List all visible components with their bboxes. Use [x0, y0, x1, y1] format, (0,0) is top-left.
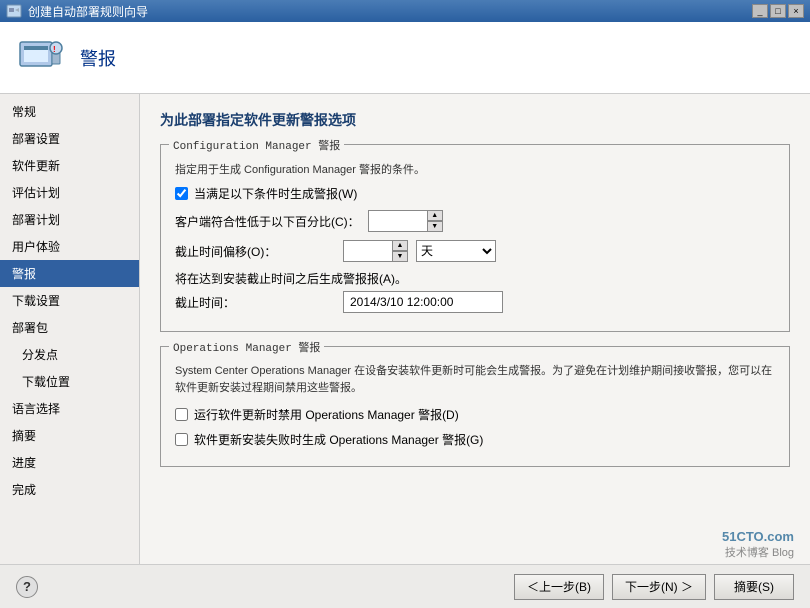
wizard-icon: [6, 3, 22, 19]
title-bar-buttons: _ □ ×: [752, 4, 804, 18]
cm-group-desc: 指定用于生成 Configuration Manager 警报的条件。: [175, 161, 775, 177]
ops-generate-on-fail-label: 软件更新安装失败时生成 Operations Manager 警报(G): [194, 431, 483, 448]
title-bar-title: 创建自动部署规则向导: [28, 3, 148, 20]
cm-checkbox-row: 当满足以下条件时生成警报(W): [175, 185, 775, 202]
right-panel: 为此部署指定软件更新警报选项 Configuration Manager 警报 …: [140, 94, 810, 564]
next-button[interactable]: 下一步(N) ＞: [612, 574, 706, 600]
nav-deploy-settings[interactable]: 部署设置: [0, 125, 139, 152]
client-compliance-input[interactable]: 90: [368, 210, 428, 232]
ops-generate-on-fail-checkbox[interactable]: [175, 433, 188, 446]
ops-group-title: Operations Manager 警报: [169, 339, 324, 355]
ops-alert-group: Operations Manager 警报 System Center Oper…: [160, 346, 790, 467]
nav-distribution-points[interactable]: 分发点: [0, 341, 139, 368]
client-compliance-down[interactable]: ▼: [427, 221, 443, 232]
dialog-header: ! 警报: [0, 22, 810, 94]
generate-after-label: 将在达到安装截止时间之后生成警报报(A)。: [175, 270, 407, 287]
footer-right: ＜上一步(B) 下一步(N) ＞ 摘要(S): [514, 574, 794, 600]
deadline-label: 截止时间：: [175, 294, 335, 311]
deadline-offset-spinner-btns: ▲ ▼: [392, 240, 408, 262]
help-button[interactable]: ?: [16, 576, 38, 598]
client-compliance-spinner-btns: ▲ ▼: [427, 210, 443, 232]
deadline-offset-up[interactable]: ▲: [392, 240, 408, 251]
title-bar-left: 创建自动部署规则向导: [6, 3, 148, 20]
dialog: ! 警报 常规 部署设置 软件更新 评估计划 部署计划 用户体验 警报 下载设置…: [0, 22, 810, 608]
nav-download-location[interactable]: 下载位置: [0, 368, 139, 395]
nav-software-updates[interactable]: 软件更新: [0, 152, 139, 179]
summary-button[interactable]: 摘要(S): [714, 574, 794, 600]
cm-alert-group: Configuration Manager 警报 指定用于生成 Configur…: [160, 144, 790, 332]
client-compliance-spinner: 90 ▲ ▼: [368, 210, 443, 232]
dialog-footer: ? ＜上一步(B) 下一步(N) ＞ 摘要(S): [0, 564, 810, 608]
nav-language[interactable]: 语言选择: [0, 395, 139, 422]
ops-group-content: System Center Operations Manager 在设备安装软件…: [175, 363, 775, 448]
nav-user-experience[interactable]: 用户体验: [0, 233, 139, 260]
nav-progress[interactable]: 进度: [0, 449, 139, 476]
nav-deploy-plan[interactable]: 部署计划: [0, 206, 139, 233]
deadline-value-row: 截止时间： 2014/3/10 12:00:00: [175, 291, 775, 313]
ops-checkbox2-row: 软件更新安装失败时生成 Operations Manager 警报(G): [175, 431, 775, 448]
deadline-offset-unit-select[interactable]: 天 小时: [416, 240, 496, 262]
ops-disable-label: 运行软件更新时禁用 Operations Manager 警报(D): [194, 406, 459, 423]
deadline-offset-row: 截止时间偏移(O)： 7 ▲ ▼ 天 小时: [175, 240, 775, 262]
close-button[interactable]: ×: [788, 4, 804, 18]
svg-text:!: !: [53, 45, 56, 54]
cm-group-content: 指定用于生成 Configuration Manager 警报的条件。 当满足以…: [175, 161, 775, 313]
nav-eval-plan[interactable]: 评估计划: [0, 179, 139, 206]
deadline-offset-label: 截止时间偏移(O)：: [175, 243, 335, 260]
cm-generate-checkbox[interactable]: [175, 187, 188, 200]
nav-deploy-package[interactable]: 部署包: [0, 314, 139, 341]
ops-checkbox1-row: 运行软件更新时禁用 Operations Manager 警报(D): [175, 406, 775, 423]
cm-generate-label: 当满足以下条件时生成警报(W): [194, 185, 357, 202]
nav-summary[interactable]: 摘要: [0, 422, 139, 449]
deadline-offset-down[interactable]: ▼: [392, 251, 408, 262]
client-compliance-up[interactable]: ▲: [427, 210, 443, 221]
header-icon: !: [16, 34, 64, 82]
deadline-offset-input[interactable]: 7: [343, 240, 393, 262]
deadline-offset-spinner: 7 ▲ ▼: [343, 240, 408, 262]
nav-general[interactable]: 常规: [0, 98, 139, 125]
minimize-button[interactable]: _: [752, 4, 768, 18]
deadline-datetime: 2014/3/10 12:00:00: [343, 291, 503, 313]
panel-title: 为此部署指定软件更新警报选项: [160, 110, 790, 130]
nav-download-settings[interactable]: 下载设置: [0, 287, 139, 314]
header-title: 警报: [80, 45, 116, 71]
left-nav: 常规 部署设置 软件更新 评估计划 部署计划 用户体验 警报 下载设置 部署包 …: [0, 94, 140, 564]
footer-left: ?: [16, 576, 38, 598]
ops-group-desc: System Center Operations Manager 在设备安装软件…: [175, 363, 775, 396]
title-bar: 创建自动部署规则向导 _ □ ×: [0, 0, 810, 22]
content-area: 常规 部署设置 软件更新 评估计划 部署计划 用户体验 警报 下载设置 部署包 …: [0, 94, 810, 564]
cm-group-title: Configuration Manager 警报: [169, 137, 344, 153]
maximize-button[interactable]: □: [770, 4, 786, 18]
generate-after-row: 将在达到安装截止时间之后生成警报报(A)。: [175, 270, 775, 287]
nav-alerts[interactable]: 警报: [0, 260, 139, 287]
client-compliance-row: 客户端符合性低于以下百分比(C)： 90 ▲ ▼: [175, 210, 775, 232]
client-compliance-label: 客户端符合性低于以下百分比(C)：: [175, 213, 360, 230]
ops-disable-checkbox[interactable]: [175, 408, 188, 421]
back-button[interactable]: ＜上一步(B): [514, 574, 604, 600]
nav-complete[interactable]: 完成: [0, 476, 139, 503]
